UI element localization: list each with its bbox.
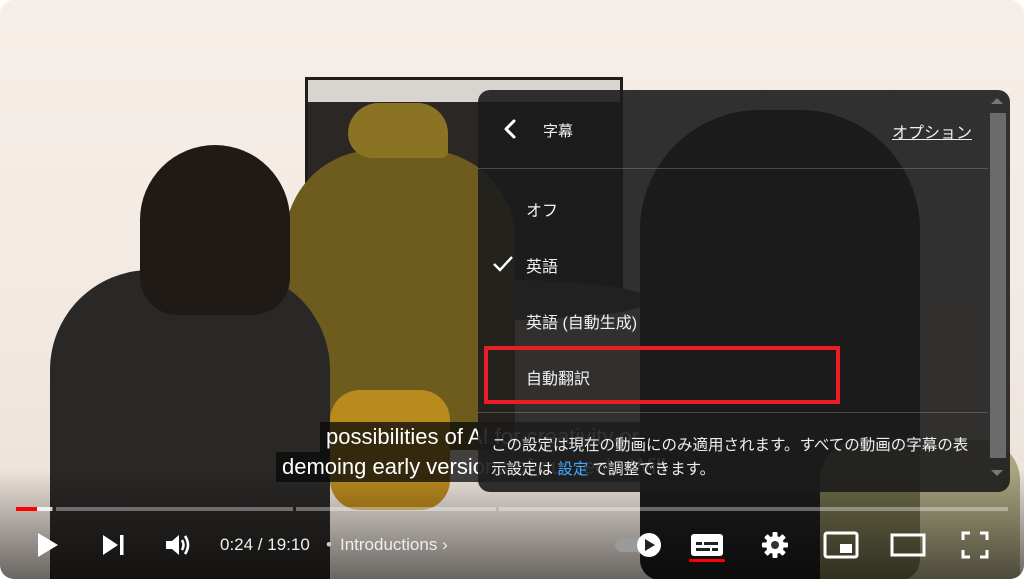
- played-bar: [16, 507, 37, 511]
- video-player[interactable]: possibilities of AI for creativity or de…: [0, 0, 1024, 579]
- fullscreen-icon: [961, 531, 989, 559]
- play-icon: [38, 533, 58, 557]
- panel-header: 字幕 オプション: [478, 90, 988, 169]
- menu-item-label: 英語 (自動生成): [526, 315, 638, 332]
- autoplay-toggle-icon: [615, 533, 661, 557]
- panel-scrollbar[interactable]: [988, 96, 1006, 486]
- menu-item-label: オフ: [526, 203, 559, 220]
- chapter-segment: [499, 507, 1008, 511]
- separator-dot: •: [326, 535, 332, 554]
- subtitles-active-indicator: [689, 559, 725, 562]
- subtitles-settings-panel: 字幕 オプション オフ 英語 英語 (自動生成) 自動翻訳 この設定は現在の動画…: [478, 90, 1010, 492]
- time-display: 0:24 / 19:10: [220, 535, 310, 554]
- theater-mode-icon: [890, 533, 926, 557]
- panel-title: 字幕: [543, 123, 574, 140]
- scroll-down-arrow-icon[interactable]: [991, 470, 1003, 476]
- annotation-highlight-box: [484, 346, 840, 404]
- chevron-right-icon: ›: [442, 535, 448, 554]
- checkmark-icon: [493, 256, 513, 272]
- menu-item-english[interactable]: 英語: [478, 236, 988, 292]
- back-button[interactable]: [498, 116, 524, 142]
- settings-note: この設定は現在の動画にのみ適用されます。すべての動画の字幕の表示設定は 設定 で…: [491, 434, 981, 482]
- subtitles-icon: [691, 534, 723, 556]
- settings-button[interactable]: [758, 528, 792, 562]
- player-controls: 0:24 / 19:10 • Introductions ›: [0, 520, 1024, 570]
- chapter-segment: [56, 507, 293, 511]
- yellow-cap: [348, 103, 448, 158]
- chapter-title: Introductions: [340, 535, 438, 554]
- next-icon: [103, 535, 124, 555]
- options-link[interactable]: オプション: [892, 119, 972, 143]
- menu-item-label: 英語: [526, 259, 559, 276]
- person-hair: [140, 145, 290, 315]
- autoplay-toggle[interactable]: [612, 528, 664, 562]
- miniplayer-button[interactable]: [822, 528, 860, 562]
- fullscreen-button[interactable]: [958, 528, 992, 562]
- theater-mode-button[interactable]: [888, 528, 928, 562]
- next-button[interactable]: [96, 528, 130, 562]
- menu-item-english-auto-generated[interactable]: 英語 (自動生成): [478, 292, 988, 348]
- progress-bar[interactable]: [16, 507, 1008, 511]
- menu-item-off[interactable]: オフ: [478, 180, 988, 236]
- chapter-title-button[interactable]: Introductions ›: [340, 535, 448, 555]
- settings-gear-icon: [762, 532, 788, 558]
- volume-icon: [166, 535, 190, 555]
- scroll-up-arrow-icon[interactable]: [991, 98, 1003, 104]
- subtitles-button[interactable]: [688, 528, 726, 562]
- play-button[interactable]: [30, 528, 64, 562]
- divider: [478, 412, 988, 413]
- chevron-left-icon: [504, 119, 516, 139]
- chapter-segment: [296, 507, 496, 511]
- note-text-end: で調整できます。: [592, 461, 716, 478]
- mute-button[interactable]: [160, 528, 196, 562]
- scrollbar-thumb[interactable]: [990, 113, 1006, 458]
- settings-link[interactable]: 設定: [557, 461, 588, 478]
- miniplayer-icon: [823, 531, 859, 559]
